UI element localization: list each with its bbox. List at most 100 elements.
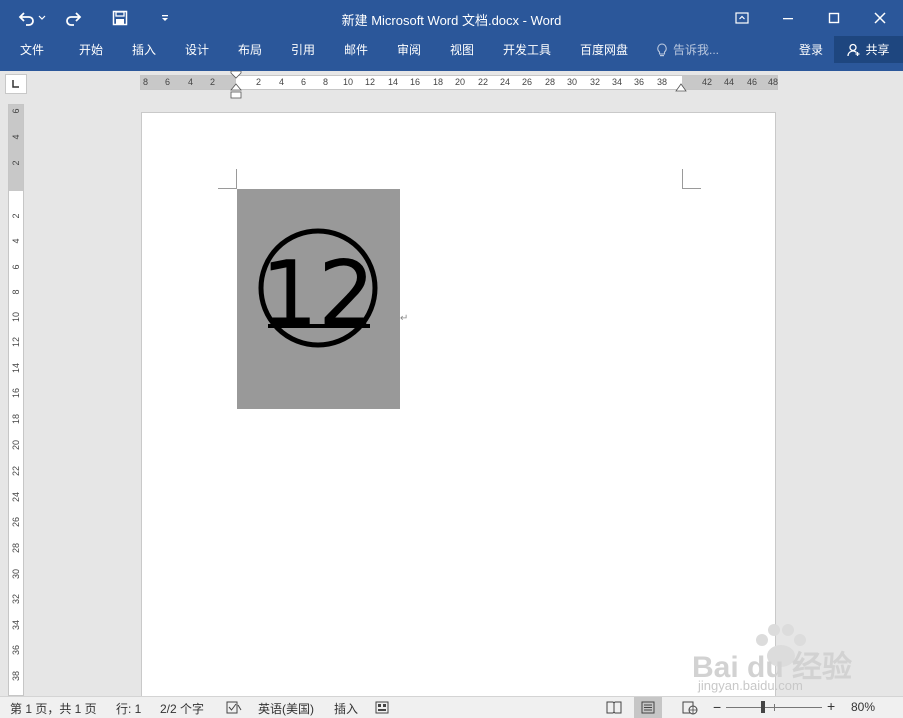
web-layout-button[interactable] [676,697,704,718]
ruler-tick-label: 34 [612,77,623,87]
ruler-tick-label: 4 [188,77,194,87]
chevron-down-icon [38,15,46,20]
vertical-ruler[interactable]: 6 4 2 2 4 6 8 10 12 14 16 18 20 22 24 26… [8,104,24,696]
page-layout-icon [641,701,655,714]
ruler-tick-label: 24 [11,491,21,503]
macro-record-icon[interactable] [375,701,389,714]
web-layout-icon [682,701,698,714]
tab-file[interactable]: 文件 [20,41,44,58]
ruler-tick-label: 18 [11,413,21,425]
tab-references[interactable]: 引用 [291,41,315,58]
ruler-tick-label: 38 [11,670,21,682]
print-layout-button[interactable] [634,697,662,718]
ruler-tick-label: 10 [11,311,21,323]
ruler-tick-label: 6 [11,108,21,114]
ruler-tick-label: 6 [165,77,171,87]
minimize-button[interactable] [765,0,811,36]
line-status[interactable]: 行: 1 [116,700,141,717]
tab-view[interactable]: 视图 [450,41,474,58]
ruler-tick-label: 6 [301,77,307,87]
ruler-top-margin [9,105,23,191]
right-indent-marker[interactable] [675,83,687,92]
maximize-icon [828,12,840,24]
ruler-tick-label: 20 [11,439,21,451]
ruler-tick-label: 46 [747,77,758,87]
word-count-status[interactable]: 2/2 个字 [160,700,204,717]
ruler-tick-label: 10 [343,77,354,87]
ruler-tick-label: 28 [11,542,21,554]
crop-mark-top-left [218,169,237,189]
ruler-tick-label: 26 [11,516,21,528]
tab-mailings[interactable]: 邮件 [344,41,368,58]
maximize-button[interactable] [811,0,857,36]
save-button[interactable] [107,6,133,30]
tab-insert[interactable]: 插入 [132,41,156,58]
ruler-tick-label: 48 [768,77,779,87]
ruler-tick-label: 12 [11,336,21,348]
undo-dropdown-button[interactable] [36,6,48,30]
zoom-in-button[interactable]: + [827,698,835,714]
crop-mark-top-right [682,169,701,189]
ruler-tick-label: 36 [634,77,645,87]
left-tab-icon [12,80,19,88]
minimize-icon [783,18,793,20]
inserted-image[interactable]: 12 [237,189,400,409]
ribbon-tabs: 文件 开始 插入 设计 布局 引用 邮件 审阅 视图 开发工具 百度网盘 告诉我… [0,36,903,68]
redo-button[interactable] [60,6,86,30]
ruler-tick-label: 14 [388,77,399,87]
collapsed-ribbon-strip [0,68,903,71]
login-button[interactable]: 登录 [799,41,823,58]
zoom-level[interactable]: 80% [851,700,875,714]
redo-icon [66,12,82,26]
page-count-status[interactable]: 第 1 页，共 1 页 [10,700,97,717]
circled-number-graphic: 12 [258,228,378,348]
ruler-tick-label: 22 [478,77,489,87]
tell-me-search[interactable]: 告诉我... [656,41,719,58]
language-status[interactable]: 英语(美国) [258,700,314,717]
ribbon-display-icon [735,12,749,24]
tab-layout[interactable]: 布局 [238,41,262,58]
tab-developer[interactable]: 开发工具 [503,41,551,58]
zoom-slider-thumb[interactable] [761,701,765,713]
ruler-tick-label: 14 [11,362,21,374]
zoom-out-button[interactable]: − [713,699,721,715]
ribbon-display-options-button[interactable] [719,0,765,36]
close-button[interactable] [857,0,903,36]
ruler-tick-label: 18 [433,77,444,87]
zoom-slider-center-tick [774,704,775,711]
tab-baidu-netdisk[interactable]: 百度网盘 [580,41,628,58]
share-button[interactable]: 共享 [834,36,903,63]
customize-quick-access-button[interactable] [152,6,178,30]
tab-review[interactable]: 审阅 [397,41,421,58]
ruler-tick-label: 24 [500,77,511,87]
read-mode-button[interactable] [600,697,628,718]
book-icon [606,701,622,714]
ruler-tick-label: 42 [702,77,713,87]
proofing-icon[interactable] [226,701,242,714]
ruler-tick-label: 16 [11,387,21,399]
tab-stop-selector[interactable] [5,74,27,94]
ruler-tick-label: 32 [11,593,21,605]
zoom-slider[interactable] [726,701,822,713]
customize-icon [162,15,168,21]
ruler-tick-label: 8 [143,77,149,87]
close-icon [874,12,886,24]
share-label: 共享 [865,43,890,57]
ruler-tick-label: 2 [210,77,216,87]
ruler-tick-label: 2 [11,160,21,166]
tab-design[interactable]: 设计 [185,41,209,58]
ruler-tick-label: 20 [455,77,466,87]
ruler-tick-label: 2 [11,213,21,219]
tab-home[interactable]: 开始 [79,41,103,58]
first-line-indent-marker[interactable] [230,71,242,79]
ruler-tick-label: 32 [590,77,601,87]
insert-mode-status[interactable]: 插入 [334,700,358,717]
tell-me-placeholder: 告诉我... [673,43,720,57]
ruler-tick-label: 34 [11,619,21,631]
ruler-tick-label: 8 [11,289,21,295]
hanging-indent-marker[interactable] [230,83,242,99]
save-icon [112,10,128,26]
ruler-tick-label: 26 [522,77,533,87]
document-page[interactable]: 12 ↵ [141,112,776,712]
ruler-tick-label: 30 [567,77,578,87]
